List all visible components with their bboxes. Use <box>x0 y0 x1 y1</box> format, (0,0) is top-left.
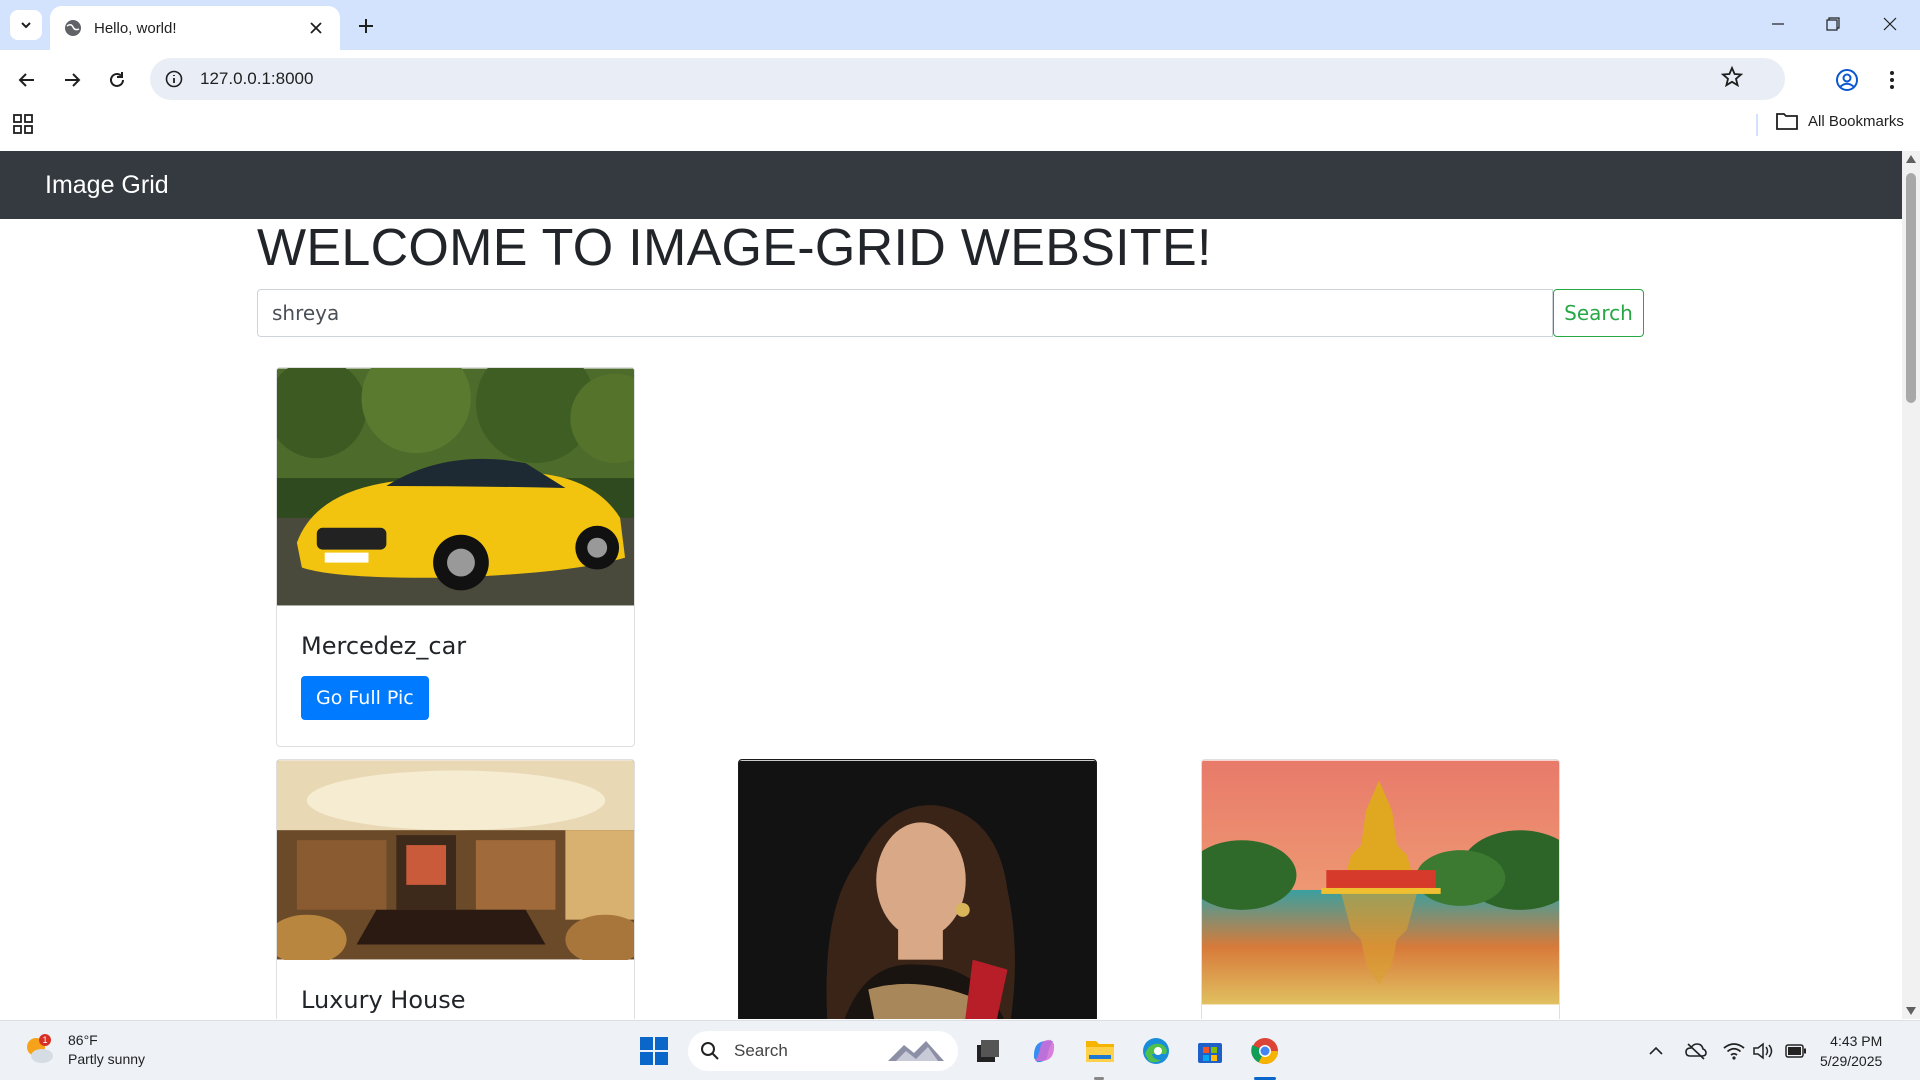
clock-time: 4:43 PM <box>1830 1033 1883 1049</box>
profile-icon <box>1836 69 1858 91</box>
car-image <box>277 368 634 606</box>
close-window-button[interactable] <box>1862 6 1918 42</box>
globe-icon <box>65 20 81 36</box>
bookmark-separator <box>1756 114 1758 136</box>
card-title: Luxury House <box>301 986 466 1014</box>
tab-title: Hello, world! <box>94 19 177 37</box>
start-button[interactable] <box>636 1033 672 1069</box>
store-button[interactable] <box>1192 1033 1228 1069</box>
scroll-down-icon[interactable] <box>1906 1007 1916 1015</box>
address-bar[interactable]: 127.0.0.1:8000 <box>150 58 1785 100</box>
page-scrollbar[interactable] <box>1902 151 1920 1019</box>
volume-tray[interactable] <box>1752 1039 1776 1063</box>
clock-date: 5/29/2025 <box>1820 1053 1883 1069</box>
card-title: Mercedez_car <box>301 632 467 660</box>
wifi-tray[interactable] <box>1722 1039 1746 1063</box>
go-full-pic-button[interactable]: Go Full Pic <box>301 676 429 720</box>
tab-search-button[interactable] <box>10 10 42 40</box>
navbar-brand[interactable]: Image Grid <box>45 171 169 200</box>
portrait-image <box>739 760 1096 1019</box>
copilot-button[interactable] <box>1026 1033 1062 1069</box>
wifi-icon <box>1723 1043 1745 1060</box>
chevron-up-icon <box>1649 1046 1663 1055</box>
store-icon <box>1198 1043 1222 1063</box>
edge-icon <box>1143 1038 1169 1064</box>
minimize-button[interactable] <box>1750 6 1806 42</box>
partly-sunny-icon: 1 <box>27 1034 53 1063</box>
image-card: Luxury House <box>276 759 635 1019</box>
folder-icon <box>1086 1041 1114 1062</box>
restore-icon <box>1826 17 1840 31</box>
reload-icon <box>110 72 124 87</box>
copilot-icon <box>1033 1039 1055 1063</box>
taskbar: 1 86°F Partly sunny Search 4:43 PM 5/29/… <box>0 1020 1920 1080</box>
plus-icon <box>359 19 373 33</box>
bookmark-star-icon[interactable] <box>1720 65 1745 90</box>
task-view-button[interactable] <box>970 1033 1006 1069</box>
taskbar-search-placeholder: Search <box>734 1041 788 1060</box>
site-info-icon[interactable] <box>162 67 186 91</box>
reload-button[interactable] <box>101 64 133 96</box>
forward-button[interactable] <box>56 64 88 96</box>
volume-icon <box>1753 1042 1773 1060</box>
taskbar-search[interactable]: Search <box>688 1031 958 1071</box>
arrow-right-icon <box>65 73 81 87</box>
weather-widget[interactable]: 1 86°F Partly sunny <box>22 1031 145 1069</box>
apps-grid-icon[interactable] <box>12 113 36 137</box>
battery-icon <box>1785 1044 1806 1058</box>
weather-condition: Partly sunny <box>68 1051 146 1067</box>
scroll-up-icon[interactable] <box>1906 155 1916 163</box>
edge-button[interactable] <box>1138 1033 1174 1069</box>
tab-close-icon[interactable] <box>306 18 326 38</box>
show-hidden-icons-button[interactable] <box>1644 1039 1668 1063</box>
cloud-off-icon <box>1685 1043 1707 1060</box>
temple-image <box>1202 760 1559 1005</box>
chrome-icon <box>1251 1038 1279 1065</box>
close-icon <box>1883 17 1897 31</box>
url-text: 127.0.0.1:8000 <box>200 69 314 88</box>
more-vert-icon <box>1890 71 1894 89</box>
house-image <box>277 760 634 960</box>
browser-tab-strip: Hello, world! <box>0 0 1920 50</box>
back-button[interactable] <box>11 64 43 96</box>
file-explorer-button[interactable] <box>1082 1033 1118 1069</box>
page-title: WELCOME TO IMAGE-GRID WEBSITE! <box>257 219 1212 277</box>
search-highlight-icon <box>888 1041 944 1061</box>
site-navbar: Image Grid <box>0 151 1902 219</box>
onedrive-tray[interactable] <box>1684 1039 1708 1063</box>
chrome-button[interactable] <box>1247 1033 1283 1069</box>
taskbar-clock[interactable]: 4:43 PM 5/29/2025 <box>1820 1031 1882 1071</box>
menu-button[interactable] <box>1876 64 1908 96</box>
all-bookmarks-label: All Bookmarks <box>1808 112 1904 130</box>
battery-tray[interactable] <box>1784 1039 1808 1063</box>
weather-badge: 1 <box>42 1035 47 1045</box>
search-input[interactable]: shreya <box>257 289 1553 337</box>
image-card: Mercedez_car Go Full Pic <box>276 367 635 747</box>
search-button[interactable]: Search <box>1553 289 1644 337</box>
task-view-icon <box>977 1040 999 1062</box>
all-bookmarks-button[interactable]: All Bookmarks <box>1776 112 1904 130</box>
page-viewport: Image Grid WELCOME TO IMAGE-GRID WEBSITE… <box>0 151 1902 1019</box>
scrollbar-thumb[interactable] <box>1906 173 1916 403</box>
search-icon <box>701 1042 719 1060</box>
arrow-left-icon <box>18 73 34 87</box>
minimize-icon <box>1772 23 1784 25</box>
new-tab-button[interactable] <box>352 12 380 40</box>
restore-button[interactable] <box>1805 6 1861 42</box>
folder-icon <box>1776 113 1798 130</box>
chevron-down-icon <box>21 22 31 29</box>
windows-icon <box>640 1037 668 1065</box>
image-card <box>738 759 1097 1019</box>
browser-tab[interactable]: Hello, world! <box>50 6 340 50</box>
image-card <box>1201 759 1560 1019</box>
profile-button[interactable] <box>1831 64 1863 96</box>
temperature: 86°F <box>68 1032 98 1048</box>
